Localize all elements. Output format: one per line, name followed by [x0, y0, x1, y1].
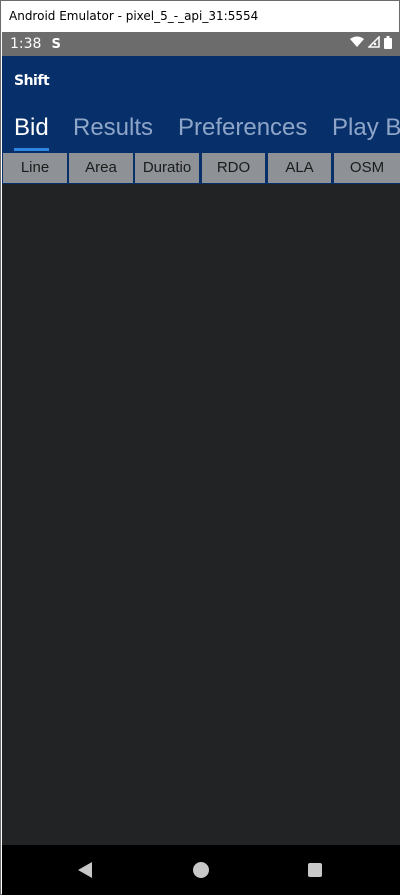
- device-screen: 1:38 S Shift Bid Results Preferences Pla…: [2, 32, 400, 895]
- window-title: Android Emulator - pixel_5_-_api_31:5554: [1, 1, 399, 32]
- home-icon[interactable]: [189, 858, 213, 882]
- wifi-icon: [350, 36, 364, 52]
- signal-icon: [367, 35, 380, 52]
- emulator-window: Android Emulator - pixel_5_-_api_31:5554…: [0, 0, 400, 895]
- tab-results[interactable]: Results: [73, 114, 153, 142]
- bid-list-area: [2, 184, 400, 845]
- status-time: 1:38: [10, 36, 42, 52]
- column-header-duration[interactable]: Duratio: [135, 153, 199, 183]
- notification-app-icon: S: [51, 36, 61, 52]
- back-icon[interactable]: [74, 858, 98, 882]
- column-header-area[interactable]: Area: [69, 153, 133, 183]
- column-header-rdo[interactable]: RDO: [202, 153, 265, 183]
- column-header-row: Line Area Duratio RDO ALA OSM: [2, 152, 400, 184]
- column-header-osm[interactable]: OSM: [334, 153, 400, 183]
- tab-preferences[interactable]: Preferences: [178, 114, 307, 142]
- app-logo: Shift: [14, 73, 50, 89]
- column-header-line[interactable]: Line: [3, 153, 67, 183]
- recents-icon[interactable]: [303, 858, 327, 882]
- active-tab-indicator: [14, 148, 49, 151]
- android-nav-bar: [2, 845, 400, 895]
- status-bar: 1:38 S: [2, 32, 400, 56]
- tab-bid[interactable]: Bid: [14, 114, 49, 142]
- tab-strip: Bid Results Preferences Play By: [2, 108, 400, 152]
- column-header-ala[interactable]: ALA: [268, 153, 331, 183]
- status-icons: [350, 35, 392, 53]
- battery-icon: [384, 35, 392, 53]
- app-bar: Shift Bid Results Preferences Play By Li…: [2, 56, 400, 184]
- tab-play-by[interactable]: Play By: [332, 114, 400, 142]
